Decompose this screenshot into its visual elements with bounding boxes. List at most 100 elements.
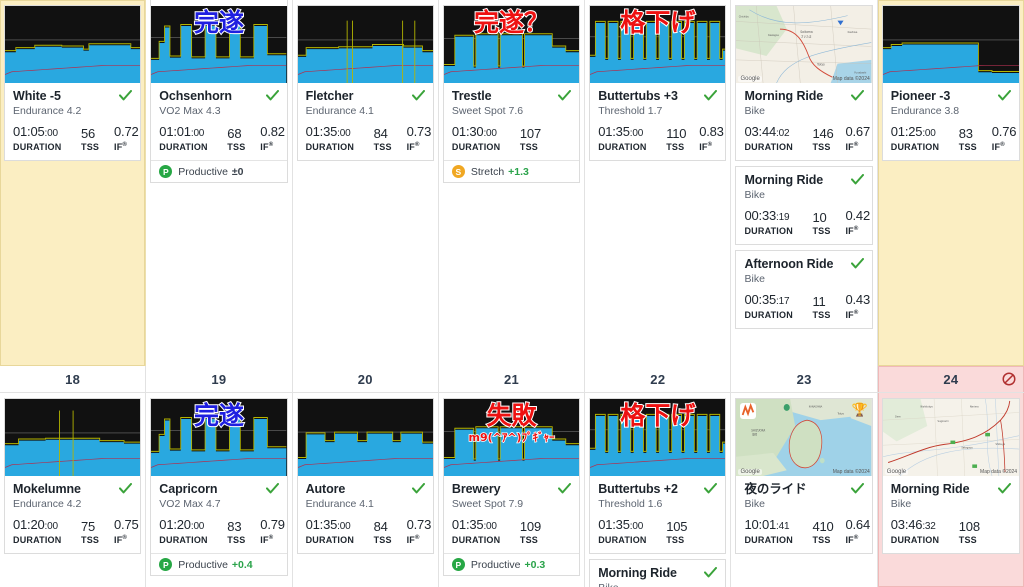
day-header[interactable]: 19 (146, 366, 292, 393)
tss-label: TSS (81, 142, 100, 152)
activity-stats: 01:20:00 DURATION 75 TSS 0.75 IF® (13, 517, 139, 546)
calendar-day-column[interactable]: 格下げ Buttertubs +3 Threshold 1.7 01:35:00 DUR… (585, 0, 732, 366)
day-header[interactable]: 18 (0, 366, 146, 393)
workout-graph-thumbnail[interactable]: 完遂？ (443, 6, 580, 83)
activity-subtitle: Sweet Spot 7.9 (451, 498, 524, 510)
workout-graph-thumbnail[interactable]: 完遂 (151, 6, 287, 83)
progression-badge-icon: S (451, 165, 465, 178)
activity-card[interactable]: Morning Ride Bike (589, 559, 727, 587)
activity-card[interactable]: 失敗 m9(^ｱ^)ﾌﾟｷﾞｬｰ Brewery Sweet Spot 7.9 01:3… (442, 398, 581, 576)
activity-stats: 01:35:00 DURATION 110 TSS 0.83 IF® (598, 124, 724, 153)
activity-map-thumbnail[interactable]: Saitama さいたま Kawagoe Tokyo Kashiwa Chichibu Fu… (736, 6, 872, 83)
activity-card[interactable]: Autore Endurance 4.1 01:35:00 DURATION 84 TSS… (296, 398, 434, 554)
completed-check-icon (850, 258, 864, 269)
duration-label: DURATION (598, 142, 647, 152)
tss-value: 10 (812, 210, 827, 225)
progression-delta: +0.4 (231, 558, 253, 571)
duration-seconds: :00 (483, 128, 497, 139)
if-value: 0.64 (845, 517, 870, 532)
map-attribution-right: Map data ©2024 (980, 469, 1018, 475)
duration-value: 01:35 (305, 517, 338, 532)
day-activity-list: 失敗 m9(^ｱ^)ﾌﾟｷﾞｬｰ Brewery Sweet Spot 7.9 01:3… (439, 393, 584, 576)
calendar-day-column[interactable]: 19 完遂 Capricorn VO2 Max 4.7 01:20:00 DURATION… (146, 366, 293, 587)
activity-progression-footer: P Productive ±0 (151, 160, 287, 182)
workout-graph-thumbnail[interactable] (297, 399, 433, 476)
duration-label: DURATION (159, 142, 208, 152)
calendar-day-column[interactable]: Saitama さいたま Kawagoe Tokyo Kashiwa Chichibu Fu… (731, 0, 878, 366)
calendar-day-column[interactable]: 完遂 Ochsenhorn VO2 Max 4.3 01:01:00 DURATION 6… (146, 0, 293, 366)
activity-stats: 00:35:17 DURATION 11 TSS 0.43 IF® (744, 292, 870, 321)
activity-subtitle: Endurance 4.2 (13, 498, 82, 510)
day-activity-list: 格下げ Buttertubs +3 Threshold 1.7 01:35:00 DUR… (585, 0, 730, 161)
workout-graph-thumbnail[interactable]: 完遂 (151, 399, 287, 476)
activity-card[interactable]: Mokelumne Endurance 4.2 01:20:00 DURATION 75… (4, 398, 142, 554)
duration-seconds: :00 (44, 128, 59, 139)
stat-if: 0.64 IF® (845, 517, 870, 546)
activity-card-body: Buttertubs +3 Threshold 1.7 01:35:00 DURATI… (590, 83, 725, 160)
tss-value: 110 (666, 126, 687, 141)
day-header[interactable]: 24 (877, 366, 1024, 393)
activity-title: Trestle (451, 89, 492, 103)
stat-if: 0.83 IF® (699, 124, 724, 153)
if-label: IF® (114, 535, 128, 545)
progression-badge-icon: P (159, 165, 173, 178)
activity-map-thumbnail[interactable]: Nishitokyo Nerima Ome Suginami Setagaya Shibu… (882, 399, 1020, 476)
activity-card[interactable]: Saitama さいたま Kawagoe Tokyo Kashiwa Chichibu Fu… (735, 5, 873, 161)
calendar-day-column[interactable]: 18 Mokelumne Endurance 4.2 01:20:00 DURATION… (0, 366, 147, 587)
activity-card[interactable]: 完遂 Capricorn VO2 Max 4.7 01:20:00 DURATION 83… (150, 398, 288, 576)
activity-card[interactable]: Pioneer -3 Endurance 3.8 01:25:00 DURATION 8… (881, 5, 1021, 161)
stat-duration: 03:46:32 DURATION (891, 517, 959, 546)
calendar-day-column[interactable]: 完遂？ Trestle Sweet Spot 7.6 01:30:00 DURATION… (438, 0, 586, 366)
activity-title: Fletcher (305, 89, 354, 103)
activity-card[interactable]: Fletcher Endurance 4.1 01:35:00 DURATION 84 T… (296, 5, 434, 161)
day-header[interactable]: 23 (731, 366, 877, 393)
tss-label: TSS (81, 535, 100, 545)
activity-card[interactable]: 完遂 Ochsenhorn VO2 Max 4.3 01:01:00 DURATION 6… (150, 5, 288, 183)
calendar-day-column[interactable]: Fletcher Endurance 4.1 01:35:00 DURATION 84 T… (292, 0, 439, 366)
if-value: 0.67 (845, 124, 870, 139)
workout-graph-thumbnail[interactable] (882, 6, 1020, 83)
activity-map-thumbnail[interactable]: SHIZUOKA 静岡 KANAGAWA Tokyo Google Map data ©2… (736, 399, 872, 476)
day-activity-list: White -5 Endurance 4.2 01:05:00 DURATION 56 T… (0, 0, 145, 161)
workout-graph-thumbnail[interactable] (5, 6, 141, 83)
rest-day-icon (1002, 372, 1016, 386)
activity-title: Morning Ride (744, 173, 824, 187)
stat-tss: 75 TSS (81, 519, 114, 546)
activity-card[interactable]: 完遂？ Trestle Sweet Spot 7.6 01:30:00 DURATION… (442, 5, 581, 183)
completed-check-icon (558, 90, 572, 101)
tss-label: TSS (227, 535, 246, 545)
day-header[interactable]: 21 (438, 366, 585, 393)
tss-label: TSS (812, 310, 831, 320)
calendar-week-row: 18 Mokelumne Endurance 4.2 01:20:00 DURATION… (0, 366, 1024, 587)
activity-card[interactable]: Nishitokyo Nerima Ome Suginami Setagaya Shibu… (881, 398, 1021, 554)
tss-label: TSS (958, 142, 977, 152)
workout-graph-thumbnail[interactable] (5, 399, 141, 476)
day-header[interactable]: 20 (292, 366, 438, 393)
calendar-day-column[interactable]: 24 Nishitokyo Nerima Ome Suginami Setagaya Shi… (877, 366, 1024, 587)
calendar-day-column[interactable]: Pioneer -3 Endurance 3.8 01:25:00 DURATION 8… (877, 0, 1024, 366)
activity-card[interactable]: White -5 Endurance 4.2 01:05:00 DURATION 56 T… (4, 5, 142, 161)
duration-label: DURATION (305, 142, 355, 152)
calendar-day-column[interactable]: White -5 Endurance 4.2 01:05:00 DURATION 56 T… (0, 0, 147, 366)
calendar-day-column[interactable]: 20 Autore Endurance 4.1 01:35:00 DURATION 84 T… (292, 366, 439, 587)
day-activity-list: Fletcher Endurance 4.1 01:35:00 DURATION 84 T… (293, 0, 438, 161)
activity-card[interactable]: 格下げ Buttertubs +2 Threshold 1.6 01:35:00 DUR… (589, 398, 727, 554)
workout-graph-thumbnail[interactable] (297, 6, 433, 83)
calendar-day-column[interactable]: 22 格下げ Buttertubs +2 Threshold 1.6 01:35:00 D… (585, 366, 732, 587)
activity-card[interactable]: Afternoon Ride Bike 00:35:17 DURATION 11 TSS 0… (735, 250, 873, 329)
workout-graph-thumbnail[interactable]: 格下げ (590, 399, 726, 476)
duration-seconds: :00 (922, 128, 936, 139)
workout-graph-thumbnail[interactable]: 格下げ (590, 6, 726, 83)
duration-seconds: :00 (44, 521, 59, 532)
activity-card[interactable]: 格下げ Buttertubs +3 Threshold 1.7 01:35:00 DUR… (589, 5, 727, 161)
completed-check-icon (119, 483, 133, 494)
completed-check-icon (850, 90, 864, 101)
calendar-day-column[interactable]: 23 SHIZUOKA 静岡 KANAGAWA Tokyo Google Map data … (731, 366, 878, 587)
stat-if: 0.82 IF® (260, 124, 285, 153)
duration-value: 01:35 (598, 517, 630, 532)
calendar-day-column[interactable]: 21 失敗 m9(^ｱ^)ﾌﾟｷﾞｬｰ Brewery Sweet Spot 7.9 01… (438, 366, 586, 587)
activity-card[interactable]: SHIZUOKA 静岡 KANAGAWA Tokyo Google Map data ©2… (735, 398, 873, 554)
workout-graph-thumbnail[interactable]: 失敗 m9(^ｱ^)ﾌﾟｷﾞｬｰ (443, 399, 580, 476)
activity-card[interactable]: Morning Ride Bike 00:33:19 DURATION 10 TSS 0.4… (735, 166, 873, 245)
day-header[interactable]: 22 (585, 366, 731, 393)
